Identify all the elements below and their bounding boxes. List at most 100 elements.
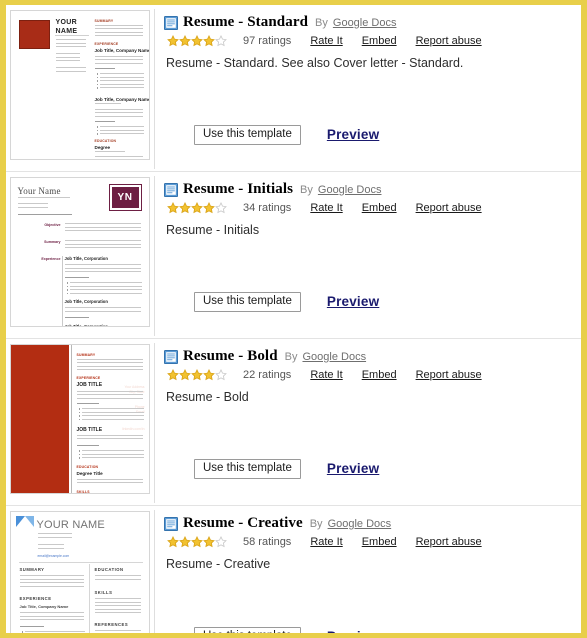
template-title[interactable]: Resume - Initials <box>183 181 293 198</box>
author-link[interactable]: Google Docs <box>318 184 382 196</box>
preview-link[interactable]: Preview <box>327 629 379 633</box>
star-filled-icon <box>167 35 179 47</box>
author-link[interactable]: Google Docs <box>328 518 392 530</box>
template-info: Resume - Standard By Google Docs 97 ratings… <box>155 7 581 76</box>
by-label: By <box>315 16 328 29</box>
star-filled-icon <box>179 202 191 214</box>
report-abuse-link[interactable]: Report abuse <box>416 536 482 548</box>
star-rating <box>167 202 227 214</box>
template-thumbnail-cell[interactable]: Your Name YN Objective Summary Experience Job… <box>6 174 154 330</box>
row-actions: Use this template Preview <box>194 124 379 145</box>
template-thumbnail-standard[interactable]: YOUR NAME SUMMARY EXPERIENCE Job Title, Comp… <box>9 10 150 160</box>
report-abuse-link[interactable]: Report abuse <box>416 35 482 47</box>
photo-placeholder <box>18 20 50 49</box>
template-thumbnail-initials[interactable]: Your Name YN Objective Summary Experience Job… <box>9 177 150 327</box>
row-actions: Use this template Preview <box>194 458 379 479</box>
template-info: Resume - Creative By Google Docs 58 ratings… <box>155 508 581 577</box>
document-icon <box>164 516 178 531</box>
template-description: Resume - Bold <box>166 390 249 404</box>
accent-sidebar <box>10 345 69 493</box>
template-thumbnail-cell[interactable]: YOUR NAME SUMMARY EXPERIENCE Job Title, Comp… <box>6 7 154 163</box>
star-filled-icon <box>191 35 203 47</box>
report-abuse-link[interactable]: Report abuse <box>416 369 482 381</box>
title-line: Resume - Initials By Google Docs <box>164 181 573 198</box>
rate-it-link[interactable]: Rate It <box>310 202 342 214</box>
document-icon <box>164 15 178 30</box>
template-thumbnail-creative[interactable]: YOUR NAME email@example.com SUMMARY EXPERIE… <box>9 511 150 633</box>
resume-name: Your Name <box>17 186 61 196</box>
by-label: By <box>300 183 313 196</box>
use-this-template-button[interactable]: Use this template <box>194 458 301 479</box>
preview-link[interactable]: Preview <box>327 294 379 309</box>
template-description: Resume - Initials <box>166 223 260 237</box>
template-title[interactable]: Resume - Creative <box>183 515 303 532</box>
star-filled-icon <box>179 35 191 47</box>
rate-it-link[interactable]: Rate It <box>310 35 342 47</box>
template-result-row: YOUR NAME SUMMARY EXPERIENCE Job Title, Comp… <box>6 5 581 172</box>
star-empty-icon <box>215 202 227 214</box>
embed-link[interactable]: Embed <box>362 369 397 381</box>
rate-it-link[interactable]: Rate It <box>310 369 342 381</box>
preview-link[interactable]: Preview <box>327 461 379 476</box>
title-line: Resume - Standard By Google Docs <box>164 14 573 31</box>
template-gallery-page: YOUR NAME SUMMARY EXPERIENCE Job Title, Comp… <box>0 0 587 638</box>
ratings-count: 34 ratings <box>243 202 292 214</box>
resume-name: YOUR NAME <box>36 519 105 531</box>
star-filled-icon <box>203 536 215 548</box>
template-info: Resume - Initials By Google Docs 34 ratings… <box>155 174 581 243</box>
embed-link[interactable]: Embed <box>362 35 397 47</box>
star-filled-icon <box>179 536 191 548</box>
template-results-list: YOUR NAME SUMMARY EXPERIENCE Job Title, Comp… <box>6 5 581 633</box>
meta-line: 97 ratings Rate It Embed Report abuse <box>164 35 573 47</box>
template-thumbnail-cell[interactable]: YOURNAMEYour AddressCity, StatePhoneEmai… <box>6 341 154 497</box>
star-filled-icon <box>191 369 203 381</box>
template-result-row: Your Name YN Objective Summary Experience Job… <box>6 172 581 339</box>
template-description: Resume - Standard. See also Cover letter… <box>166 56 464 70</box>
author-link[interactable]: Google Docs <box>302 351 366 363</box>
star-filled-icon <box>203 35 215 47</box>
star-filled-icon <box>167 369 179 381</box>
star-empty-icon <box>215 536 227 548</box>
ratings-count: 22 ratings <box>243 369 292 381</box>
title-line: Resume - Bold By Google Docs <box>164 348 573 365</box>
initials-badge: YN <box>109 185 141 210</box>
preview-link[interactable]: Preview <box>327 127 379 142</box>
report-abuse-link[interactable]: Report abuse <box>416 202 482 214</box>
star-rating <box>167 536 227 548</box>
template-title[interactable]: Resume - Standard <box>183 14 308 31</box>
star-filled-icon <box>203 202 215 214</box>
star-rating <box>167 369 227 381</box>
use-this-template-button[interactable]: Use this template <box>194 124 301 145</box>
template-description: Resume - Creative <box>166 557 271 571</box>
author-link[interactable]: Google Docs <box>333 17 397 29</box>
template-thumbnail-cell[interactable]: YOUR NAME email@example.com SUMMARY EXPERIE… <box>6 508 154 633</box>
meta-line: 34 ratings Rate It Embed Report abuse <box>164 202 573 214</box>
star-filled-icon <box>167 536 179 548</box>
embed-link[interactable]: Embed <box>362 202 397 214</box>
template-thumbnail-bold[interactable]: YOURNAMEYour AddressCity, StatePhoneEmai… <box>9 344 150 494</box>
use-this-template-button[interactable]: Use this template <box>194 291 301 312</box>
by-label: By <box>284 350 298 363</box>
title-line: Resume - Creative By Google Docs <box>164 515 573 532</box>
star-filled-icon <box>167 202 179 214</box>
star-filled-icon <box>191 536 203 548</box>
template-result-row: YOURNAMEYour AddressCity, StatePhoneEmai… <box>6 339 581 506</box>
star-rating <box>167 35 227 47</box>
row-actions: Use this template Preview <box>194 291 379 312</box>
meta-line: 58 ratings Rate It Embed Report abuse <box>164 536 573 548</box>
embed-link[interactable]: Embed <box>362 536 397 548</box>
document-icon <box>164 349 178 364</box>
star-filled-icon <box>179 369 191 381</box>
use-this-template-button[interactable]: Use this template <box>194 626 301 633</box>
resume-name: YOURNAME <box>55 19 78 35</box>
ratings-count: 97 ratings <box>243 35 292 47</box>
document-icon <box>164 182 178 197</box>
template-result-row: YOUR NAME email@example.com SUMMARY EXPERIE… <box>6 506 581 633</box>
meta-line: 22 ratings Rate It Embed Report abuse <box>164 369 573 381</box>
rate-it-link[interactable]: Rate It <box>310 536 342 548</box>
template-title[interactable]: Resume - Bold <box>183 348 278 365</box>
by-label: By <box>309 517 323 530</box>
row-actions: Use this template Preview <box>194 626 379 633</box>
ratings-count: 58 ratings <box>243 536 292 548</box>
star-filled-icon <box>191 202 203 214</box>
